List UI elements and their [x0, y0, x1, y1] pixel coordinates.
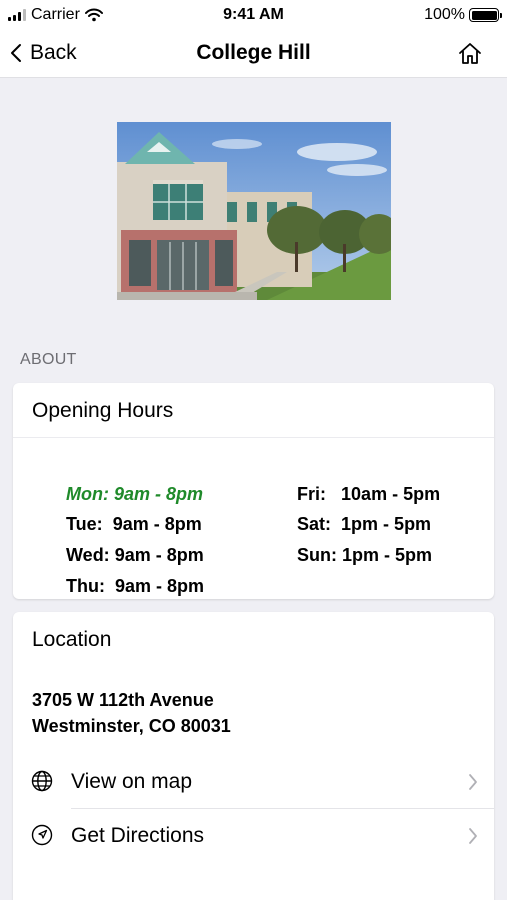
battery-icon: [469, 8, 502, 22]
back-button[interactable]: Back: [10, 38, 77, 68]
hours-row-thu: Thu: 9am - 8pm: [36, 555, 204, 618]
opening-hours-title: Opening Hours: [32, 399, 174, 422]
navigation-bar: Back College Hill: [0, 30, 507, 78]
divider: [13, 437, 494, 438]
status-bar: Carrier 9:41 AM 100%: [0, 0, 507, 30]
view-on-map-label: View on map: [71, 770, 193, 793]
opening-hours-card: Opening Hours Mon: 9am - 8pm Tue: 9am - …: [13, 383, 494, 599]
hours-value: 1pm - 5pm: [342, 545, 433, 565]
address-line-2: Westminster, CO 80031: [32, 716, 231, 736]
address: 3705 W 112th Avenue Westminster, CO 8003…: [32, 687, 231, 739]
hours-value: 9am - 8pm: [115, 576, 205, 596]
navigation-arrow-icon: [31, 824, 53, 846]
home-icon[interactable]: [457, 41, 483, 67]
globe-icon: [31, 770, 53, 792]
battery-percent: 100%: [424, 6, 465, 23]
chevron-right-icon: [469, 774, 477, 790]
back-label: Back: [30, 41, 77, 64]
chevron-left-icon: [11, 44, 21, 62]
section-header-about: ABOUT: [20, 351, 77, 368]
address-line-1: 3705 W 112th Avenue: [32, 690, 214, 710]
view-on-map-row[interactable]: View on map: [13, 755, 494, 809]
location-title: Location: [32, 628, 112, 651]
get-directions-label: Get Directions: [71, 824, 205, 847]
building-photo: [117, 122, 391, 300]
chevron-right-icon: [469, 828, 477, 844]
location-card: Location 3705 W 112th Avenue Westminster…: [13, 612, 494, 900]
battery-status: 100%: [424, 6, 502, 24]
day-label: Thu:: [66, 576, 105, 596]
hours-row-sun: Sun: 1pm - 5pm: [267, 524, 432, 587]
get-directions-row[interactable]: Get Directions: [13, 809, 494, 863]
day-label: Sun:: [297, 545, 338, 565]
